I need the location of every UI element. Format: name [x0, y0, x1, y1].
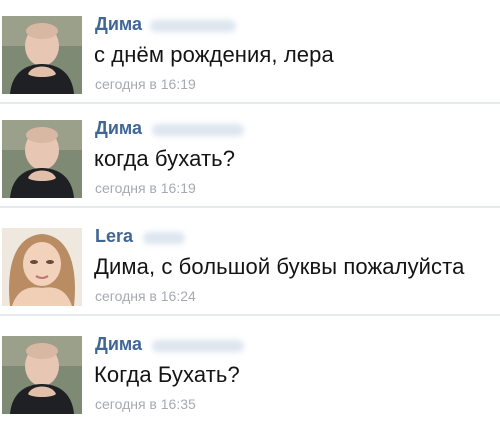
- message-time[interactable]: сегодня в 16:35: [95, 396, 196, 412]
- blurred-surname: [152, 340, 244, 352]
- message-feed: Дима с днём рождения, лера сегодня в 16:…: [0, 0, 500, 422]
- message-divider: [0, 206, 500, 208]
- message-text: Когда Бухать?: [94, 362, 240, 387]
- blurred-surname: [150, 20, 236, 32]
- message-author[interactable]: Дима: [95, 334, 142, 355]
- message-author[interactable]: Lera: [95, 226, 133, 247]
- avatar-woman[interactable]: [2, 228, 82, 306]
- message-time[interactable]: сегодня в 16:19: [95, 180, 196, 196]
- avatar-man[interactable]: [2, 336, 82, 414]
- message-author[interactable]: Дима: [95, 118, 142, 139]
- message-divider: [0, 314, 500, 316]
- message-time[interactable]: сегодня в 16:24: [95, 288, 196, 304]
- message-item: Дима Когда Бухать? сегодня в 16:35: [0, 320, 500, 422]
- message-item: Дима с днём рождения, лера сегодня в 16:…: [0, 0, 500, 104]
- avatar-man[interactable]: [2, 120, 82, 198]
- message-item: Дима когда бухать? сегодня в 16:19: [0, 104, 500, 208]
- blurred-surname: [143, 232, 185, 244]
- message-time[interactable]: сегодня в 16:19: [95, 76, 196, 92]
- message-text: Дима, с большой буквы пожалуйста: [94, 254, 465, 279]
- blurred-surname: [152, 124, 244, 136]
- message-text: когда бухать?: [94, 146, 236, 171]
- message-text: с днём рождения, лера: [94, 42, 334, 67]
- message-author[interactable]: Дима: [95, 14, 142, 35]
- message-item: Lera Дима, с большой буквы пожалуйста се…: [0, 212, 500, 316]
- avatar-man[interactable]: [2, 16, 82, 94]
